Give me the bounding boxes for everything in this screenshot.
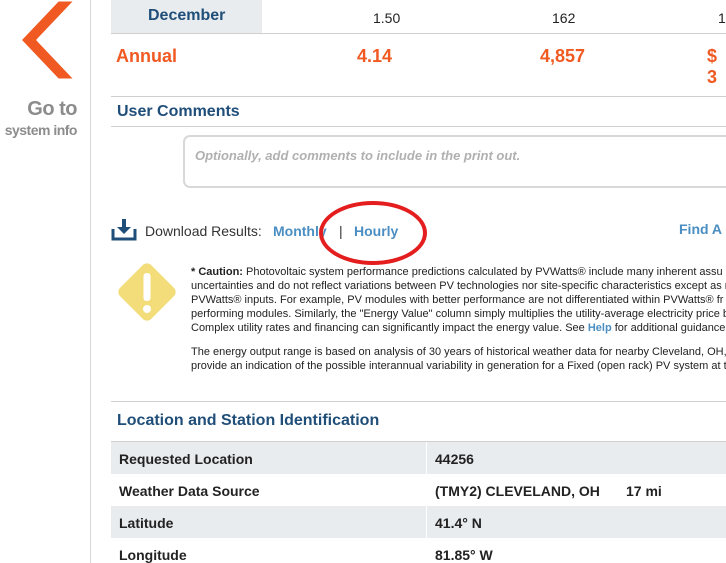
row-label: Latitude [119,515,174,531]
comments-box [183,135,726,188]
results-row-december: December 1.50 162 1 [111,0,726,33]
go-to-system-info-sublabel[interactable]: system info [0,122,78,138]
user-comments-title: User Comments [117,103,240,120]
solar-radiation-value: 1.50 [373,10,401,26]
go-to-system-info-link[interactable]: Go to [0,98,77,121]
download-results-label: Download Results: [145,223,262,239]
table-row: Latitude 41.4° N [111,506,726,538]
table-row: Longitude 81.85° W [111,538,726,563]
table-row: Weather Data Source (TMY2) CLEVELAND, OH… [111,474,726,506]
help-link[interactable]: Help [588,322,612,334]
main-content: December 1.50 162 1 Annual 4.14 4,857 $ … [91,0,726,563]
row-label: Requested Location [119,451,253,467]
annual-solar-radiation: 4.14 [357,46,393,66]
row-label: Weather Data Source [119,483,260,499]
ac-energy-value: 162 [552,10,576,26]
range-note-text: provide an indication of the possible in… [191,360,726,372]
warning-icon [118,263,176,321]
row-value: 81.85° W [435,547,493,563]
energy-value: 1 [718,10,726,26]
caution-asterisk: * [191,266,196,278]
find-link[interactable]: Find A [679,221,722,237]
caution-notice: * Caution: Photovoltaic system performan… [191,265,726,383]
annotation-circle [319,201,427,265]
annual-ac-energy: 4,857 [540,46,586,66]
results-row-annual: Annual 4.14 4,857 $ 3 [111,33,726,87]
row-value: (TMY2) CLEVELAND, OH [435,483,600,499]
caution-text: Photovoltaic system performance predicti… [246,266,723,278]
comments-textarea[interactable] [185,137,726,186]
caution-text: uncertainties and do not reflect variati… [191,280,726,292]
table-row: Requested Location 44256 [111,442,726,474]
caution-text: PVWatts® inputs. For example, PV modules… [191,294,724,306]
caution-text: performing modules. Similarly, the "Ener… [191,308,726,320]
row-label: Longitude [119,547,187,563]
caution-lead: Caution: [198,266,243,278]
location-title: Location and Station Identification [117,412,380,429]
cell-divider [426,442,427,474]
month-label: December [148,7,226,24]
divider [111,96,726,97]
caution-text: Complex utility rates and financing can … [191,322,585,334]
download-icon [111,219,137,241]
divider [111,126,726,127]
row-value: 41.4° N [435,515,482,531]
divider [111,401,726,402]
row-value: 44256 [435,451,474,467]
annual-label: Annual [116,46,177,66]
location-table: Requested Location 44256 Weather Data So… [111,442,726,563]
caution-text: for additional guidance [614,322,726,334]
back-chevron-icon[interactable] [18,0,78,80]
station-distance: 17 mi [626,483,662,499]
annual-energy-value: $ 3 [707,46,718,87]
range-note-text: The energy output range is based on anal… [191,346,726,358]
sidebar: Go to system info [0,0,91,563]
cell-divider [426,506,427,538]
